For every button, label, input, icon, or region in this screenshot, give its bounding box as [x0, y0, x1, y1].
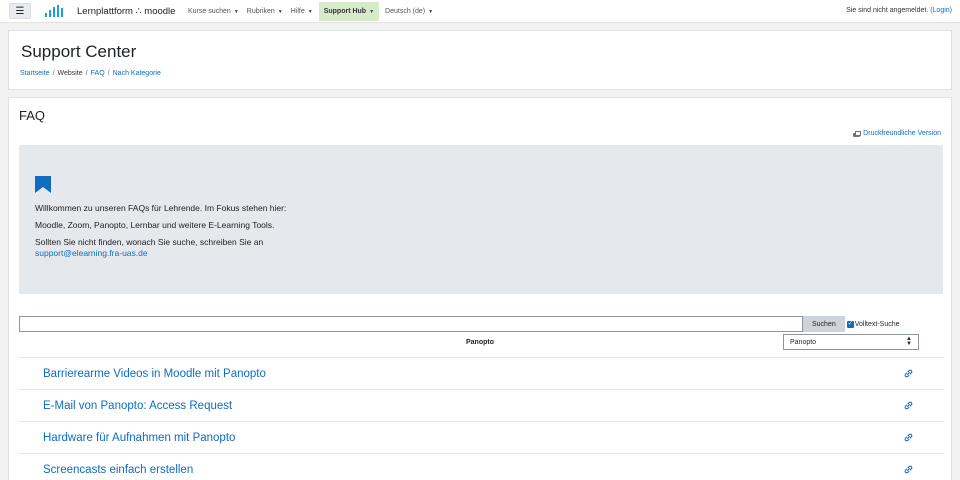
- link-icon[interactable]: [904, 369, 913, 378]
- fulltext-checkbox[interactable]: ✓: [846, 320, 854, 328]
- page-title: Support Center: [21, 42, 137, 61]
- nav-menu: Kurse suchen ▼ Rubriken ▼ Hilfe ▼ Support H…: [184, 0, 437, 23]
- caret-down-icon: ▼: [233, 8, 239, 15]
- main-content: FAQ Druckfreundliche Version Willkommen …: [8, 97, 952, 480]
- link-icon[interactable]: [904, 401, 913, 410]
- support-email-link[interactable]: support@elearning.fra-uas.de: [35, 248, 148, 258]
- intro-line-3: Sollten Sie nicht finden, wonach Sie suc…: [35, 237, 264, 258]
- category-select[interactable]: Panopto ▲ ▼: [783, 334, 919, 350]
- intro-box: Willkommen zu unseren FAQs für Lehrende.…: [19, 145, 943, 294]
- login-status: Sie sind nicht angemeldet. (Login): [846, 7, 952, 14]
- bookmark-icon: [35, 176, 51, 193]
- faq-item-title[interactable]: Hardware für Aufnahmen mit Panopto: [43, 432, 235, 444]
- caret-down-icon: ▼: [307, 8, 313, 15]
- intro-line-1: Willkommen zu unseren FAQs für Lehrende.…: [35, 203, 287, 213]
- faq-item-title[interactable]: Screencasts einfach erstellen: [43, 464, 193, 476]
- caret-down-icon: ▼: [428, 8, 434, 15]
- print-version-link[interactable]: Druckfreundliche Version: [853, 130, 941, 137]
- printer-icon: [853, 130, 861, 137]
- top-navbar: ☰ Lernplattform ∴ moodle Kurse suchen ▼ R…: [0, 0, 960, 23]
- category-heading: Panopto: [466, 339, 494, 346]
- login-link[interactable]: (Login): [930, 7, 952, 14]
- site-brand[interactable]: Lernplattform ∴ moodle: [77, 6, 175, 17]
- nav-item-language[interactable]: Deutsch (de) ▼: [381, 0, 437, 23]
- faq-list-item: Hardware für Aufnahmen mit Panopto: [19, 421, 943, 453]
- breadcrumb: Startseite / Website / FAQ / Nach Katego…: [20, 70, 161, 77]
- caret-down-icon: ▼: [277, 8, 283, 15]
- nav-item-hilfe[interactable]: Hilfe ▼: [287, 0, 317, 23]
- fulltext-search-toggle[interactable]: ✓ Volltext-Suche: [846, 320, 900, 328]
- link-icon[interactable]: [904, 465, 913, 474]
- intro-text: Willkommen zu unseren FAQs für Lehrende.…: [35, 203, 286, 265]
- breadcrumb-separator: /: [85, 70, 88, 77]
- faq-title: FAQ: [19, 108, 46, 123]
- breadcrumb-website: Website: [57, 70, 83, 77]
- menu-toggle-button[interactable]: ☰: [9, 3, 31, 19]
- link-icon[interactable]: [904, 433, 913, 442]
- hamburger-icon: ☰: [15, 5, 25, 17]
- breadcrumb-separator: /: [107, 70, 110, 77]
- faq-list-item: E-Mail von Panopto: Access Request: [19, 389, 943, 421]
- search-row: Suchen ✓ Volltext-Suche: [19, 316, 900, 332]
- select-arrows-icon: ▲ ▼: [906, 336, 912, 347]
- faq-item-title[interactable]: E-Mail von Panopto: Access Request: [43, 400, 232, 412]
- page-header: Support Center Startseite / Website / FA…: [8, 30, 952, 90]
- faq-item-title[interactable]: Barrierearme Videos in Moodle mit Panopt…: [43, 368, 266, 380]
- search-button[interactable]: Suchen: [803, 316, 845, 332]
- breadcrumb-separator: /: [52, 70, 55, 77]
- nav-item-kurse-suchen[interactable]: Kurse suchen ▼: [184, 0, 243, 23]
- breadcrumb-nach-kategorie[interactable]: Nach Kategorie: [113, 70, 161, 77]
- breadcrumb-faq[interactable]: FAQ: [91, 70, 105, 77]
- intro-line-2: Moodle, Zoom, Panopto, Lernbar und weite…: [35, 220, 275, 230]
- search-input[interactable]: [19, 316, 803, 332]
- nav-item-support-hub[interactable]: Support Hub ▼: [318, 2, 380, 21]
- faq-list: Barrierearme Videos in Moodle mit Panopt…: [19, 357, 943, 480]
- nav-item-rubriken[interactable]: Rubriken ▼: [243, 0, 287, 23]
- breadcrumb-startseite[interactable]: Startseite: [20, 70, 50, 77]
- caret-down-icon: ▼: [369, 8, 375, 15]
- moodle-logo[interactable]: [45, 5, 63, 17]
- faq-list-item: Barrierearme Videos in Moodle mit Panopt…: [19, 357, 943, 389]
- faq-list-item: Screencasts einfach erstellen: [19, 453, 943, 480]
